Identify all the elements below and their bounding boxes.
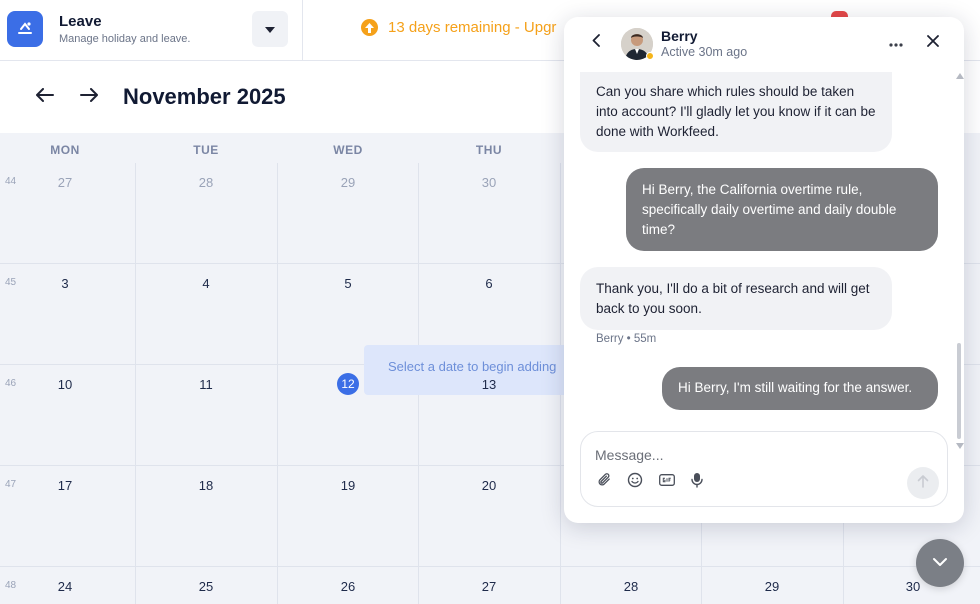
calendar-day[interactable]: 28 [199, 175, 213, 190]
chat-toggle-button[interactable] [916, 539, 964, 587]
calendar-day[interactable]: 25 [199, 579, 213, 594]
calendar-day-today[interactable]: 12 [337, 373, 359, 395]
calendar-day[interactable]: 24 [58, 579, 72, 594]
calendar-day[interactable]: 30 [906, 579, 920, 594]
upgrade-banner[interactable]: 13 days remaining - Upgr [361, 19, 556, 36]
emoji-button[interactable] [626, 472, 644, 493]
week-number: 46 [5, 378, 17, 389]
column-divider [277, 163, 278, 604]
calendar-day[interactable]: 29 [341, 175, 355, 190]
calendar-day[interactable]: 27 [58, 175, 72, 190]
attach-button[interactable] [595, 473, 613, 491]
gif-icon [659, 473, 675, 491]
smiley-icon [627, 472, 643, 493]
arrow-right-icon [80, 87, 98, 107]
week-number: 44 [5, 176, 17, 187]
row-divider [0, 566, 980, 567]
chat-contact-status: Active 30m ago [661, 45, 748, 59]
app-subtitle: Manage holiday and leave. [59, 33, 191, 45]
outgoing-message: Hi Berry, the California overtime rule, … [626, 168, 938, 251]
scroll-up-arrow[interactable] [956, 72, 964, 80]
calendar-day[interactable]: 20 [482, 478, 496, 493]
arrow-up-circle-icon [361, 19, 378, 36]
scrollbar-thumb[interactable] [957, 343, 961, 439]
online-status-indicator [646, 52, 654, 60]
back-button[interactable] [586, 33, 606, 53]
week-number: 48 [5, 580, 17, 591]
previous-month-button[interactable] [33, 85, 57, 109]
calendar-day[interactable]: 30 [482, 175, 496, 190]
voice-message-button[interactable] [688, 472, 706, 493]
app-title: Leave [59, 13, 102, 30]
app-switcher-button[interactable] [252, 11, 288, 47]
calendar-day[interactable]: 29 [765, 579, 779, 594]
weekday-header: THU [475, 143, 503, 157]
incoming-message: Thank you, I'll do a bit of research and… [580, 267, 892, 330]
calendar-day[interactable]: 5 [344, 276, 351, 291]
gif-button[interactable] [658, 473, 676, 491]
trial-remaining-text: 13 days remaining - Upgr [388, 19, 557, 36]
microphone-icon [691, 472, 703, 493]
week-number: 45 [5, 277, 17, 288]
calendar-day[interactable]: 19 [341, 478, 355, 493]
caret-down-icon [265, 20, 275, 38]
more-horizontal-icon [889, 34, 903, 52]
calendar-day[interactable]: 28 [624, 579, 638, 594]
calendar-day[interactable]: 13 [482, 377, 496, 392]
calendar-day[interactable]: 11 [199, 377, 213, 392]
arrow-up-icon [917, 474, 929, 493]
scroll-down-arrow[interactable] [956, 442, 964, 450]
paperclip-icon [597, 472, 612, 492]
more-options-button[interactable] [886, 33, 906, 53]
leave-app-icon [7, 11, 43, 47]
column-divider [135, 163, 136, 604]
message-composer [580, 431, 948, 507]
weekday-header: MON [50, 143, 80, 157]
message-meta: Berry • 55m [596, 333, 657, 345]
chevron-left-icon [592, 34, 600, 52]
calendar-day[interactable]: 10 [58, 377, 72, 392]
message-input[interactable] [595, 444, 895, 466]
calendar-day[interactable]: 18 [199, 478, 213, 493]
incoming-message: Can you share which rules should be take… [580, 72, 892, 152]
calendar-day[interactable]: 4 [202, 276, 209, 291]
header-divider [302, 0, 303, 61]
weekday-header: WED [333, 143, 363, 157]
week-number: 47 [5, 479, 17, 490]
close-chat-button[interactable] [923, 33, 943, 53]
month-title: November 2025 [123, 84, 286, 109]
calendar-day[interactable]: 6 [485, 276, 492, 291]
chevron-down-icon [932, 554, 948, 572]
select-date-hint: Select a date to begin adding [364, 345, 574, 395]
calendar-day[interactable]: 26 [341, 579, 355, 594]
send-button[interactable] [907, 467, 939, 499]
calendar-day[interactable]: 17 [58, 478, 72, 493]
close-icon [927, 34, 939, 52]
chat-contact-name: Berry [661, 28, 698, 44]
calendar-day[interactable]: 27 [482, 579, 496, 594]
weekday-header: TUE [193, 143, 219, 157]
outgoing-message: Hi Berry, I'm still waiting for the answ… [662, 367, 938, 410]
chat-header: Berry Active 30m ago [564, 17, 964, 71]
next-month-button[interactable] [77, 85, 101, 109]
arrow-left-icon [36, 87, 54, 107]
chat-panel: Berry Active 30m ago Can you share which… [564, 17, 964, 523]
calendar-day[interactable]: 3 [61, 276, 68, 291]
